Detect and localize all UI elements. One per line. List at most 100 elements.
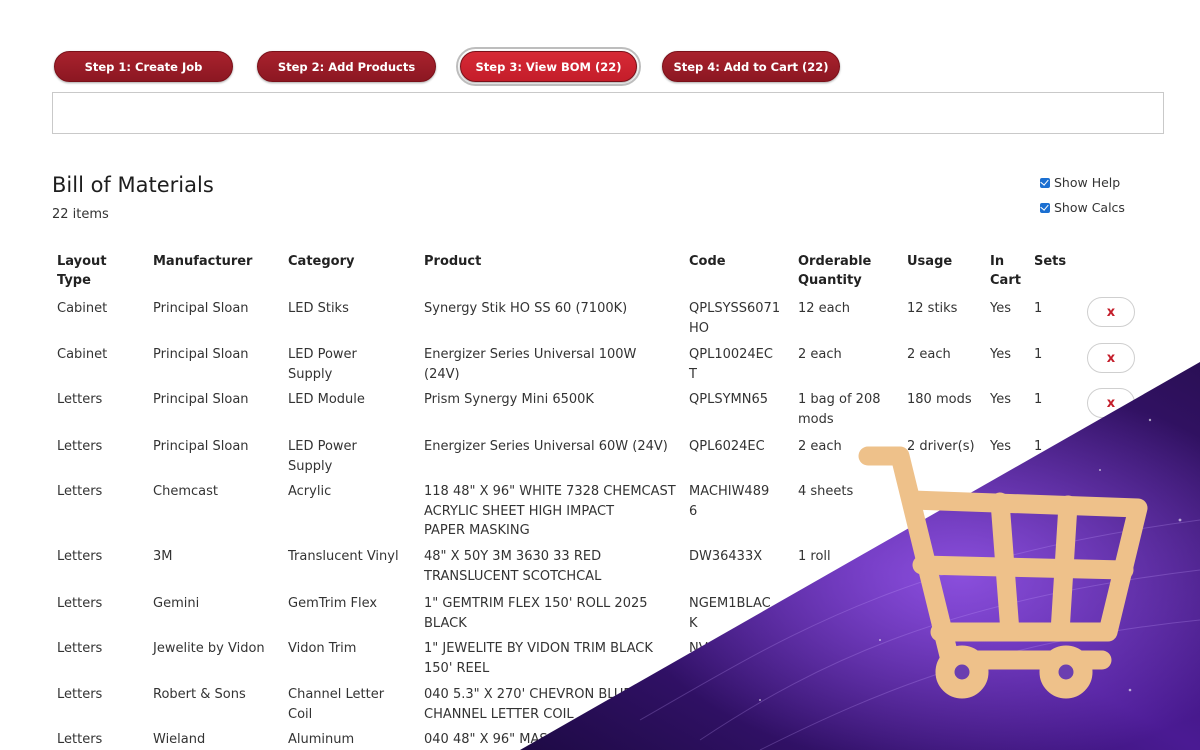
cell-orderable-quantity: 12 each [798, 299, 850, 319]
cell-code-line: MACHIW489 [689, 484, 770, 499]
show-calcs-label: Show Calcs [1054, 200, 1125, 215]
cell-category-line: Translucent Vinyl [288, 549, 399, 564]
cell-code-line: NV [689, 641, 708, 656]
cell-layout-type: Letters [57, 392, 103, 407]
cell-sets: 1 [1034, 392, 1043, 407]
cell-sets: 1 [1034, 301, 1043, 316]
cell-manufacturer: Wieland [153, 732, 206, 747]
cell-product-line: Energizer Series Universal 60W (24V) [424, 439, 668, 454]
header-text: Type [57, 273, 91, 288]
cell-category-line: Supply [288, 458, 333, 474]
cell-category: LED Module [288, 390, 365, 410]
cell-usage: 2 each [907, 347, 951, 362]
header-usage[interactable]: Usage [907, 252, 952, 271]
cell-code-line: QPLSYSS6071 [689, 301, 781, 316]
cell-code: QPL10024EC T [689, 345, 773, 384]
checkbox-checked-icon[interactable] [1040, 177, 1050, 188]
header-category[interactable]: Category [288, 252, 354, 271]
remove-item-button[interactable]: x [1087, 388, 1135, 418]
cell-product: 48" X 50Y 3M 3630 33 RED TRANSLUCENT SCOT… [424, 547, 601, 586]
cell-in-cart: Yes [990, 347, 1011, 362]
cell-category: LED Power Supply [288, 345, 357, 384]
cell-manufacturer: 3M [153, 549, 173, 564]
header-layout-type[interactable]: Layout Type [57, 252, 107, 290]
cell-orderable-quantity: 2 each [798, 345, 842, 365]
header-sets[interactable]: Sets [1034, 252, 1066, 271]
cell-manufacturer: Jewelite by Vidon [153, 641, 265, 656]
shopping-cart-icon [858, 446, 1148, 699]
cell-category-line: Supply [288, 366, 333, 382]
show-help-checkbox[interactable]: Show Help [1040, 175, 1120, 190]
show-help-label: Show Help [1054, 175, 1121, 190]
step-1-create-job-button[interactable]: Step 1: Create Job [54, 51, 233, 82]
cell-usage: 2 driver(s) [907, 439, 975, 454]
cell-product-line: 118 48" X 96" WHITE 7328 CHEMCAST [424, 484, 676, 499]
cell-product: 1" JEWELITE BY VIDON TRIM BLACK 150' REEL [424, 639, 653, 678]
cell-code: QPL6024EC [689, 437, 765, 457]
cell-category: LED Power Supply [288, 437, 357, 476]
cell-code-line: T [689, 366, 697, 382]
step-navigation: Step 1: Create Job Step 2: Add Products … [52, 46, 1152, 86]
cell-category: Channel Letter Coil [288, 685, 384, 724]
cell-orderable-quantity-line: 2 each [798, 347, 842, 362]
cell-product: 1" GEMTRIM FLEX 150' ROLL 2025 BLACK [424, 594, 648, 633]
header-in-cart[interactable]: In Cart [990, 252, 1021, 290]
cell-product: 040 48" X 96" MAS [424, 730, 548, 750]
cell-in-cart: Yes [990, 301, 1011, 316]
cell-usage: 180 mods [907, 392, 972, 407]
header-code[interactable]: Code [689, 252, 726, 271]
cell-category-line: LED Module [288, 392, 365, 407]
cell-orderable-quantity: 2 each [798, 437, 842, 457]
cell-product-line: Energizer Series Universal 100W [424, 347, 637, 362]
header-text: Layout [57, 254, 107, 269]
cell-code: DW36433X [689, 547, 762, 567]
cell-category-line: LED Power [288, 439, 357, 454]
cell-category: LED Stiks [288, 299, 349, 319]
cell-product-line: CHANNEL LETTER COIL [424, 706, 574, 722]
header-text: Orderable [798, 254, 872, 269]
cell-product: Prism Synergy Mini 6500K [424, 390, 594, 410]
step-3-view-bom-button[interactable]: Step 3: View BOM (22) [456, 47, 641, 86]
cell-orderable-quantity-line: 1 bag of 208 [798, 392, 881, 407]
cell-layout-type: Letters [57, 641, 103, 656]
remove-item-button[interactable]: x [1087, 343, 1135, 373]
cell-code-line: NGEM1BLAC [689, 596, 771, 611]
cell-code: QPLSYSS6071 HO [689, 299, 780, 338]
cell-layout-type: Letters [57, 439, 103, 454]
cell-product-line: 1" GEMTRIM FLEX 150' ROLL 2025 [424, 596, 648, 611]
cell-code-line: HO [689, 320, 710, 336]
step-4-add-to-cart-button[interactable]: Step 4: Add to Cart (22) [662, 51, 840, 82]
header-orderable-quantity[interactable]: Orderable Quantity [798, 252, 871, 290]
cell-category: Acrylic [288, 482, 331, 502]
cell-usage: 12 stiks [907, 301, 958, 316]
cell-category-line: Aluminum [288, 732, 355, 747]
cell-category-line: Channel Letter [288, 687, 385, 702]
remove-item-button[interactable]: x [1087, 297, 1135, 327]
cell-product: Synergy Stik HO SS 60 (7100K) [424, 299, 627, 319]
cell-category: Vidon Trim [288, 639, 356, 659]
cell-layout-type: Letters [57, 732, 103, 747]
cell-product-line: BLACK [424, 615, 467, 631]
cell-in-cart: Yes [990, 439, 1011, 454]
cell-category-line: Vidon Trim [288, 641, 357, 656]
cell-product-line: 48" X 50Y 3M 3630 33 RED [424, 549, 602, 564]
step-2-add-products-button[interactable]: Step 2: Add Products [257, 51, 436, 82]
cell-manufacturer: Gemini [153, 596, 200, 611]
cell-product-line: Prism Synergy Mini 6500K [424, 392, 594, 407]
cell-category-line: Coil [288, 706, 313, 722]
header-text: Quantity [798, 273, 862, 288]
cell-code-line: K [689, 615, 698, 631]
header-manufacturer[interactable]: Manufacturer [153, 252, 252, 271]
cell-sets: 1 [1034, 347, 1043, 362]
cell-orderable-quantity: 1 roll [798, 547, 831, 567]
cell-layout-type: Letters [57, 687, 103, 702]
checkbox-checked-icon[interactable] [1040, 202, 1050, 213]
cell-product: 040 5.3" X 270' CHEVRON BLUE CHANNEL LETT… [424, 685, 632, 724]
cell-in-cart: Yes [990, 392, 1011, 407]
cell-product: Energizer Series Universal 60W (24V) [424, 437, 668, 457]
header-text: In [990, 254, 1005, 269]
item-count: 22 items [52, 207, 109, 222]
show-calcs-checkbox[interactable]: Show Calcs [1040, 200, 1125, 215]
header-product[interactable]: Product [424, 252, 481, 271]
cell-product: 118 48" X 96" WHITE 7328 CHEMCAST ACRYLIC… [424, 482, 676, 541]
